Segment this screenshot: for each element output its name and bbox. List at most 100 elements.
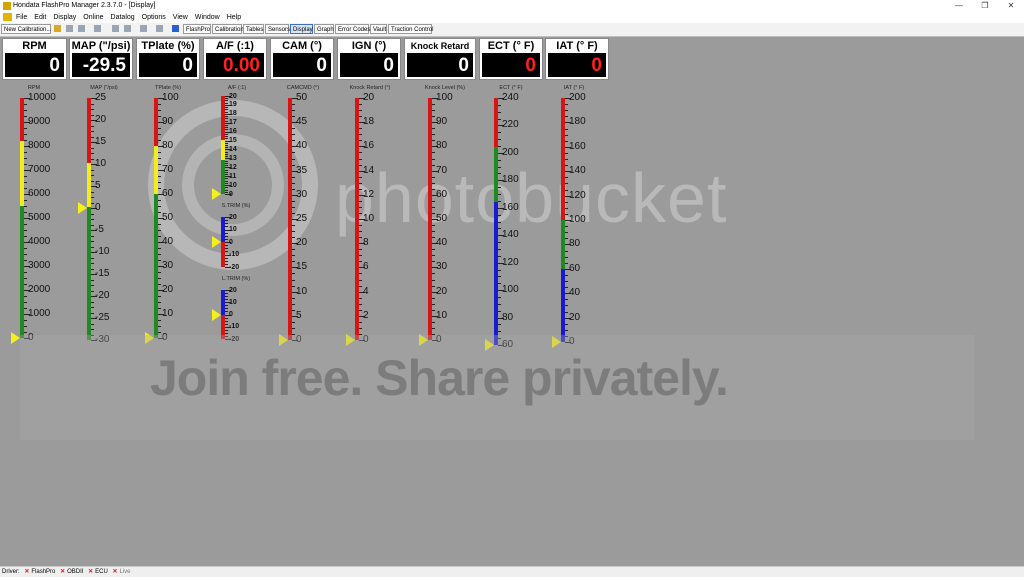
upload-icon[interactable] xyxy=(94,25,101,32)
minor-tick xyxy=(91,114,94,116)
minor-tick xyxy=(359,104,362,106)
minor-tick xyxy=(225,169,228,171)
gauge-cam: CAM (°) 0 xyxy=(270,38,334,80)
tick-label: 70 xyxy=(436,164,448,176)
power-icon[interactable] xyxy=(124,25,131,32)
minor-tick xyxy=(158,134,161,135)
tick-label: 1000 xyxy=(28,308,51,319)
tick-label: 15 xyxy=(95,136,107,147)
tick-label: 0 xyxy=(229,311,233,318)
menu-window[interactable]: Window xyxy=(195,12,220,23)
minor-tick xyxy=(359,152,362,154)
minor-tick xyxy=(498,303,501,305)
minor-tick xyxy=(91,285,94,286)
minor-tick xyxy=(292,110,295,112)
toolbar-graph-button[interactable]: Graph xyxy=(314,24,334,34)
minor-tick xyxy=(158,176,161,177)
gauge-label: Knock Retard (°) xyxy=(410,41,470,63)
minor-tick xyxy=(498,187,501,189)
gauge-af: A/F (:1) 0.00 xyxy=(203,38,267,80)
tick-label: 10 xyxy=(229,226,237,233)
minor-tick xyxy=(498,296,501,298)
open-icon[interactable] xyxy=(54,25,61,32)
menu-options[interactable]: Options xyxy=(142,12,166,23)
tick-label: -10 xyxy=(229,251,240,258)
tick-label: 30 xyxy=(296,188,308,200)
toolbar-vault-button[interactable]: Vault xyxy=(370,24,387,34)
toolbar-tables-button[interactable]: Tables xyxy=(243,24,264,34)
menu-edit[interactable]: Edit xyxy=(34,12,46,23)
toolbar-display-button[interactable]: Display xyxy=(290,24,313,34)
minor-tick xyxy=(225,116,228,118)
minor-tick xyxy=(292,255,295,257)
minimize-button[interactable]: — xyxy=(946,0,972,12)
menu-help[interactable]: Help xyxy=(227,12,241,23)
minor-tick xyxy=(432,237,435,239)
restore-button[interactable]: ❐ xyxy=(972,0,998,12)
toolbar-sensors-button[interactable]: Sensors xyxy=(265,24,290,34)
toolbar-error-codes-button[interactable]: Error Codes xyxy=(335,24,370,34)
status-item: ECU xyxy=(95,569,108,575)
menu-display[interactable]: Display xyxy=(53,12,76,23)
minor-tick xyxy=(24,326,27,327)
gauge-rpm: RPM 0 xyxy=(2,38,67,80)
minor-tick xyxy=(158,272,161,273)
bluetooth-icon[interactable] xyxy=(172,25,179,32)
minor-tick xyxy=(225,102,228,104)
flash-icon[interactable] xyxy=(112,25,119,32)
minor-tick xyxy=(24,230,27,231)
minor-tick xyxy=(565,287,568,289)
minor-tick xyxy=(292,164,295,166)
tick-label: 5 xyxy=(296,309,302,321)
minor-tick xyxy=(498,248,501,250)
minor-tick xyxy=(225,320,228,322)
toolbar-calibration-button[interactable]: Calibration xyxy=(212,24,244,34)
copy-icon[interactable] xyxy=(140,25,147,32)
error-icon: ✕ xyxy=(112,569,118,575)
minor-tick xyxy=(292,206,295,208)
status-item: Live xyxy=(119,569,131,575)
menu-view[interactable]: View xyxy=(173,12,188,23)
minor-tick xyxy=(158,254,161,255)
menu-online[interactable]: Online xyxy=(83,12,103,23)
status-driver-label: Driver: xyxy=(2,569,20,575)
tick-label: -25 xyxy=(95,312,110,323)
minor-tick xyxy=(225,138,228,140)
menu-datalog[interactable]: Datalog xyxy=(111,12,135,23)
minor-tick xyxy=(91,191,94,193)
minor-tick xyxy=(225,189,228,191)
minor-tick xyxy=(432,110,435,112)
new-calibration-button[interactable]: New Calibration... xyxy=(1,24,51,34)
minor-tick xyxy=(91,175,94,176)
minor-tick xyxy=(292,200,295,202)
minor-tick xyxy=(158,104,161,105)
bar-label-s-trim: S.TRIM (%) xyxy=(221,203,251,209)
value-pointer-icon xyxy=(11,332,20,344)
minor-tick xyxy=(225,162,228,164)
minor-tick xyxy=(432,321,435,323)
minor-tick xyxy=(498,194,501,196)
close-button[interactable]: ✕ xyxy=(998,0,1024,12)
tick-label: 16 xyxy=(229,128,237,136)
gauge-value: 0 xyxy=(548,53,606,77)
music-icon[interactable] xyxy=(156,25,163,32)
menu-file[interactable]: File xyxy=(16,12,27,23)
minor-tick xyxy=(292,212,295,214)
minor-tick xyxy=(292,309,295,311)
minor-tick xyxy=(292,261,295,263)
minor-tick xyxy=(225,165,228,167)
minor-tick xyxy=(91,169,94,171)
minor-tick xyxy=(158,284,161,285)
save-as-icon[interactable] xyxy=(78,25,85,32)
app-menu-icon[interactable] xyxy=(3,13,12,21)
minor-tick xyxy=(91,312,94,314)
minor-tick xyxy=(565,110,568,112)
minor-tick xyxy=(158,332,161,333)
minor-tick xyxy=(24,128,27,129)
minor-tick xyxy=(225,317,228,319)
toolbar-flashpro-button[interactable]: FlashPro xyxy=(183,24,211,34)
save-icon[interactable] xyxy=(66,25,73,32)
minor-tick xyxy=(565,165,568,167)
tick-label: 3000 xyxy=(28,260,51,271)
toolbar-traction-control-button[interactable]: Traction Control xyxy=(388,24,433,34)
